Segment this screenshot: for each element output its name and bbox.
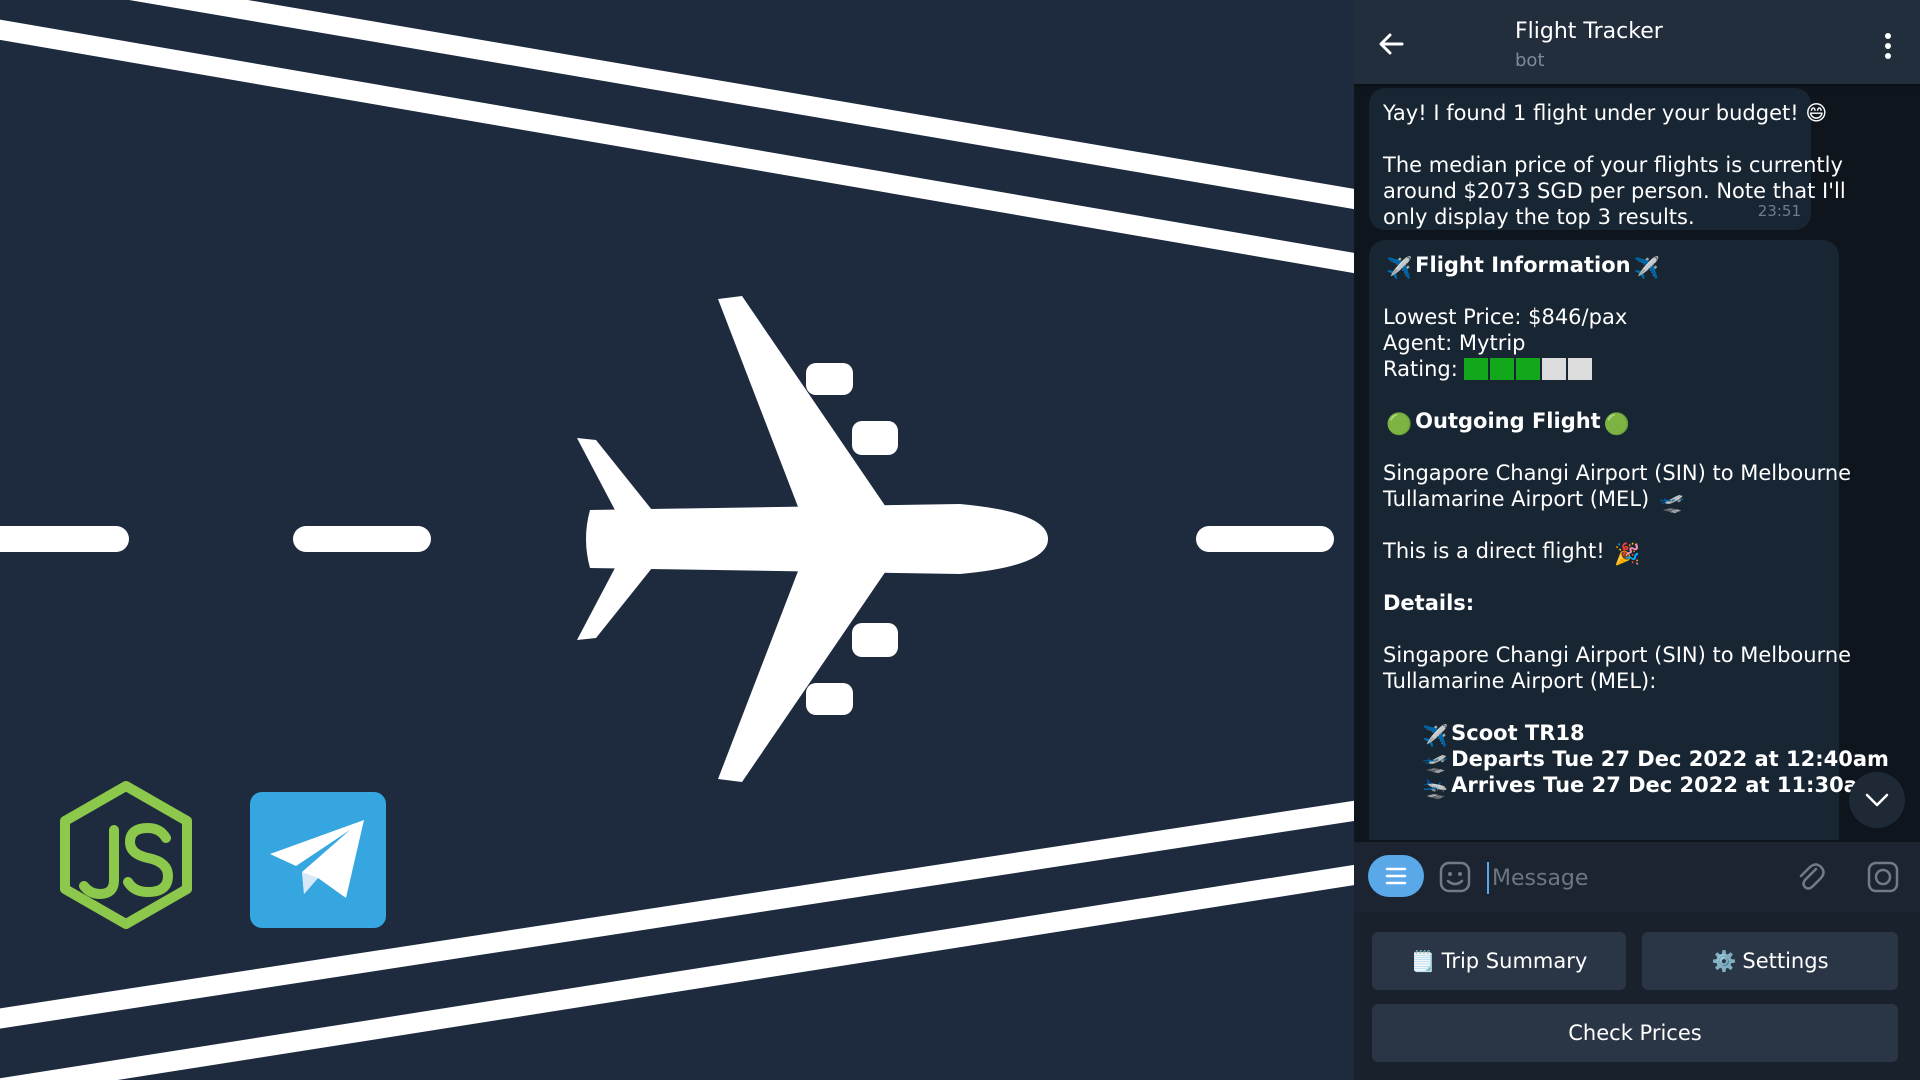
- arrives-row: 🛬 Arrives Tue 27 Dec 2022 at 11:30am: [1383, 772, 1880, 800]
- agent: Agent: Mytrip: [1383, 331, 1526, 355]
- flight-number-row: ✈️ Scoot TR18: [1383, 720, 1823, 748]
- party-popper-icon: 🎉: [1614, 542, 1641, 566]
- gear-icon: ⚙️: [1711, 949, 1737, 973]
- chat-title[interactable]: Flight Tracker: [1515, 19, 1663, 44]
- departs-text: Departs Tue 27 Dec 2022 at 12:40am: [1451, 747, 1889, 771]
- details-route: Tullamarine Airport (MEL):: [1383, 669, 1657, 693]
- details-label: Details:: [1383, 591, 1475, 615]
- message-text: Yay! I found 1 flight under your budget!…: [1383, 101, 1828, 125]
- message-bubble[interactable]: Yay! I found 1 flight under your budget!…: [1369, 88, 1846, 230]
- nodejs-logo: [60, 781, 192, 929]
- message-text: around $2073 SGD per person. Note that I…: [1383, 179, 1846, 203]
- trip-summary-label: Trip Summary: [1441, 949, 1588, 973]
- runway-edge-lines-bottom: [0, 800, 1354, 1080]
- airplane-emoji-icon: ✈️: [1633, 256, 1660, 280]
- settings-button[interactable]: ⚙️ Settings: [1642, 932, 1898, 990]
- flight-info-title: Flight Information: [1415, 253, 1631, 277]
- lowest-price: Lowest Price: $846/pax: [1383, 305, 1628, 329]
- check-prices-button[interactable]: Check Prices: [1372, 1004, 1898, 1062]
- message-timestamp: 23:51: [1757, 202, 1801, 220]
- menu-lines-icon: [1385, 867, 1407, 885]
- rating-cell-filled: [1464, 358, 1489, 380]
- camera-icon[interactable]: [1866, 860, 1900, 894]
- bot-menu-button[interactable]: [1368, 855, 1424, 897]
- chat-header: Flight Tracker bot: [1354, 0, 1920, 84]
- message-text: The median price of your flights is curr…: [1383, 153, 1843, 177]
- telegram-chat-window: Flight Tracker bot Yay! I found 1 flight…: [1354, 0, 1920, 1080]
- message-text: only display the top 3 results.: [1383, 205, 1695, 229]
- rating-bar: [1464, 357, 1594, 381]
- message-bubble[interactable]: ✈️ Flight Information ✈️ Lowest Price: $84…: [1369, 240, 1889, 840]
- rating-cell-empty: [1542, 358, 1567, 380]
- paperclip-icon[interactable]: [1794, 860, 1828, 894]
- route-text: Tullamarine Airport (MEL): [1383, 487, 1650, 511]
- airplane-emoji-icon: ✈️: [1386, 256, 1413, 280]
- reply-keyboard: 🗒️ Trip Summary ⚙️ Settings Check Prices: [1354, 912, 1920, 1080]
- text-cursor: [1487, 862, 1489, 894]
- rating-cell-empty: [1568, 358, 1593, 380]
- sticker-icon[interactable]: [1438, 860, 1472, 894]
- chevron-down-icon: [1865, 793, 1889, 807]
- direct-flight-text: This is a direct flight!: [1383, 539, 1605, 563]
- rating-label: Rating:: [1383, 357, 1458, 381]
- check-prices-label: Check Prices: [1568, 1021, 1702, 1045]
- more-vertical-icon[interactable]: [1876, 28, 1900, 64]
- telegram-logo: [250, 792, 386, 928]
- settings-label: Settings: [1742, 949, 1829, 973]
- message-input-bar: [1354, 842, 1920, 912]
- arrival-icon: 🛬: [1422, 776, 1449, 800]
- airplane-icon: [577, 296, 1048, 782]
- flight-info-heading: ✈️ Flight Information ✈️: [1383, 252, 1823, 280]
- runway-edge-lines-top: [0, 0, 1354, 274]
- rating-cell-filled: [1516, 358, 1541, 380]
- direct-flight-row: This is a direct flight! 🎉: [1383, 538, 1823, 566]
- flight-number: Scoot TR18: [1451, 721, 1585, 745]
- departs-row: 🛫 Departs Tue 27 Dec 2022 at 12:40am: [1383, 746, 1889, 774]
- departure-icon: 🛫: [1658, 490, 1686, 514]
- rating-cell-filled: [1490, 358, 1515, 380]
- details-route: Singapore Changi Airport (SIN) to Melbou…: [1383, 643, 1852, 667]
- scroll-down-button[interactable]: [1849, 772, 1905, 828]
- rating-row: Rating:: [1383, 356, 1823, 382]
- arrives-text: Arrives Tue 27 Dec 2022 at 11:30am: [1451, 773, 1880, 797]
- arrow-left-icon[interactable]: [1374, 26, 1410, 62]
- trip-summary-button[interactable]: 🗒️ Trip Summary: [1372, 932, 1626, 990]
- green-circle-icon: 🟢: [1386, 412, 1413, 436]
- paper-plane-icon: [270, 820, 364, 898]
- green-circle-icon: 🟢: [1603, 412, 1630, 436]
- notepad-icon: 🗒️: [1410, 949, 1436, 973]
- outgoing-title: Outgoing Flight: [1415, 409, 1601, 433]
- chat-subtitle: bot: [1515, 50, 1545, 71]
- runway-illustration: [0, 0, 1354, 1080]
- outgoing-flight-heading: 🟢 Outgoing Flight 🟢: [1383, 408, 1823, 436]
- route-text-cont: Tullamarine Airport (MEL) 🛫: [1383, 486, 1823, 514]
- route-text: Singapore Changi Airport (SIN) to Melbou…: [1383, 461, 1852, 485]
- message-input[interactable]: [1490, 856, 1764, 900]
